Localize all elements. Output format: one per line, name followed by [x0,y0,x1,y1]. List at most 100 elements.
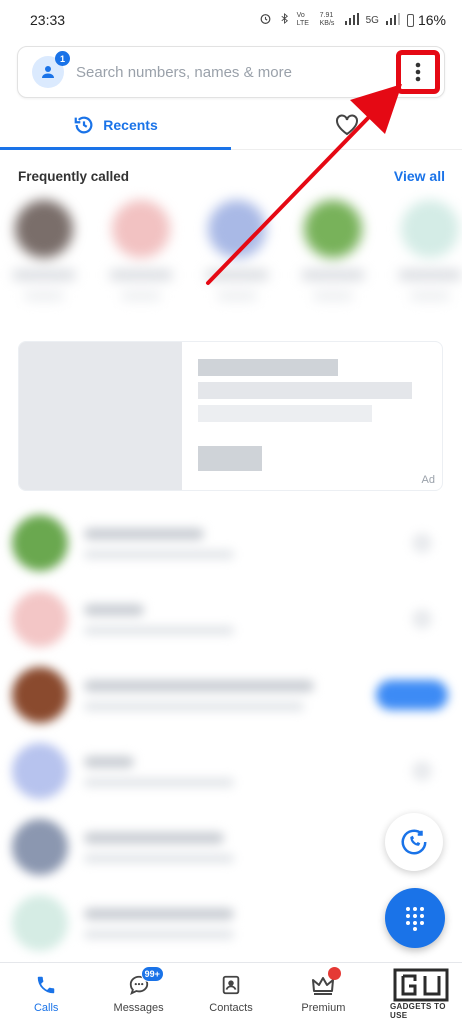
dialpad-icon [406,907,424,931]
frequent-contact[interactable] [12,200,77,320]
tab-recents-label: Recents [103,116,158,133]
tabs: Recents [0,100,462,150]
nav-calls[interactable]: Calls [0,963,92,1024]
ad-content-placeholder [182,342,442,490]
frequent-contact[interactable] [205,200,270,320]
ad-label: Ad [421,474,435,486]
call-meta-blurred [84,853,234,863]
call-action-blurred[interactable] [412,533,432,553]
tab-favorites[interactable] [231,100,462,149]
avatar [12,667,68,723]
nav-contacts[interactable]: Contacts [185,963,277,1024]
call-meta-blurred [84,549,234,559]
watermark-text: GADGETS TO USE [390,1002,446,1020]
call-action-blurred[interactable] [412,761,432,781]
frequent-contact[interactable] [108,200,173,320]
message-icon: 99+ [127,966,164,997]
avatar [12,515,68,571]
call-action-blurred[interactable] [412,609,432,629]
lte-label: Vo LTE [296,12,309,27]
dialpad-button[interactable] [385,888,445,948]
history-icon [74,116,93,133]
more-vert-icon [415,62,421,82]
call-meta-blurred [84,777,234,787]
contact-name-blurred [301,270,366,280]
battery-percent: 16% [417,12,446,28]
call-action-blurred[interactable] [376,680,448,710]
signal-icon [344,12,359,28]
avatar [12,819,68,875]
premium-notification-dot [328,967,342,980]
ad-cta-placeholder [198,446,262,471]
avatar [400,200,459,258]
battery-status: 16% [406,12,446,28]
call-refresh-icon [401,829,427,855]
ad-card[interactable]: Ad [18,341,443,491]
five-g-label: 5G [365,14,379,26]
ad-title-placeholder [198,359,338,376]
call-meta-blurred [84,929,234,939]
contact-sub-blurred [217,292,258,300]
view-all-link[interactable]: View all [394,168,445,184]
network-speed: 7.91 KB/s [319,12,335,27]
avatar [12,743,68,799]
contacts-icon [219,973,243,997]
battery-icon [406,13,414,27]
caller-name-blurred [84,907,234,920]
nav-messages-label: Messages [113,1002,164,1014]
avatar [111,200,170,258]
video-call-button[interactable] [385,813,443,871]
more-options-button[interactable] [396,50,440,94]
avatar [12,895,68,951]
ad-text-placeholder [198,382,412,399]
call-row[interactable] [0,733,462,809]
call-text-blurred [84,679,314,711]
frequently-called-list [0,200,462,320]
caller-name-blurred [84,679,314,692]
crown-icon [311,967,342,997]
nav-premium[interactable]: Premium [277,963,369,1024]
contact-name-blurred [12,270,77,280]
avatar [12,591,68,647]
status-time: 23:33 [30,12,66,28]
section-title: Frequently called [18,168,130,184]
frequent-contact[interactable] [397,200,462,320]
ad-text-placeholder [198,405,372,422]
person-icon [42,66,54,78]
contact-name-blurred [108,270,173,280]
bluetooth-icon [279,12,290,28]
avatar [304,200,363,258]
profile-avatar[interactable]: 1 [32,51,70,88]
contact-sub-blurred [313,292,354,300]
call-meta-blurred [84,625,234,635]
contact-sub-blurred [120,292,161,300]
nav-calls-label: Calls [33,1002,59,1014]
watermark-logo: GADGETS TO USE [390,966,452,1020]
search-bar[interactable]: 1 Search numbers, names & more [17,46,445,98]
contact-sub-blurred [24,292,65,300]
call-row[interactable] [0,581,462,657]
caller-name-blurred [84,603,144,616]
search-input[interactable]: Search numbers, names & more [76,64,396,81]
recent-calls-list [0,505,462,961]
gadgets-to-use-logo-icon [393,968,449,1002]
call-text-blurred [84,907,234,939]
call-text-blurred [84,603,234,635]
tab-recents[interactable]: Recents [0,100,231,150]
caller-name-blurred [84,527,204,540]
nav-premium-label: Premium [301,1002,346,1014]
ad-image-placeholder [19,342,182,490]
caller-name-blurred [84,755,134,768]
call-text-blurred [84,755,234,787]
nav-messages[interactable]: 99+ Messages [92,963,184,1024]
frequent-contact[interactable] [301,200,366,320]
status-icons: Vo LTE 7.91 KB/s 5G 16% [259,12,446,28]
nav-contacts-label: Contacts [209,1002,253,1014]
heart-icon [335,113,358,135]
messages-badge: 99+ [140,966,164,982]
contact-sub-blurred [409,292,450,300]
call-row[interactable] [0,657,462,733]
call-text-blurred [84,831,234,863]
call-row[interactable] [0,505,462,581]
profile-badge: 1 [55,51,70,66]
